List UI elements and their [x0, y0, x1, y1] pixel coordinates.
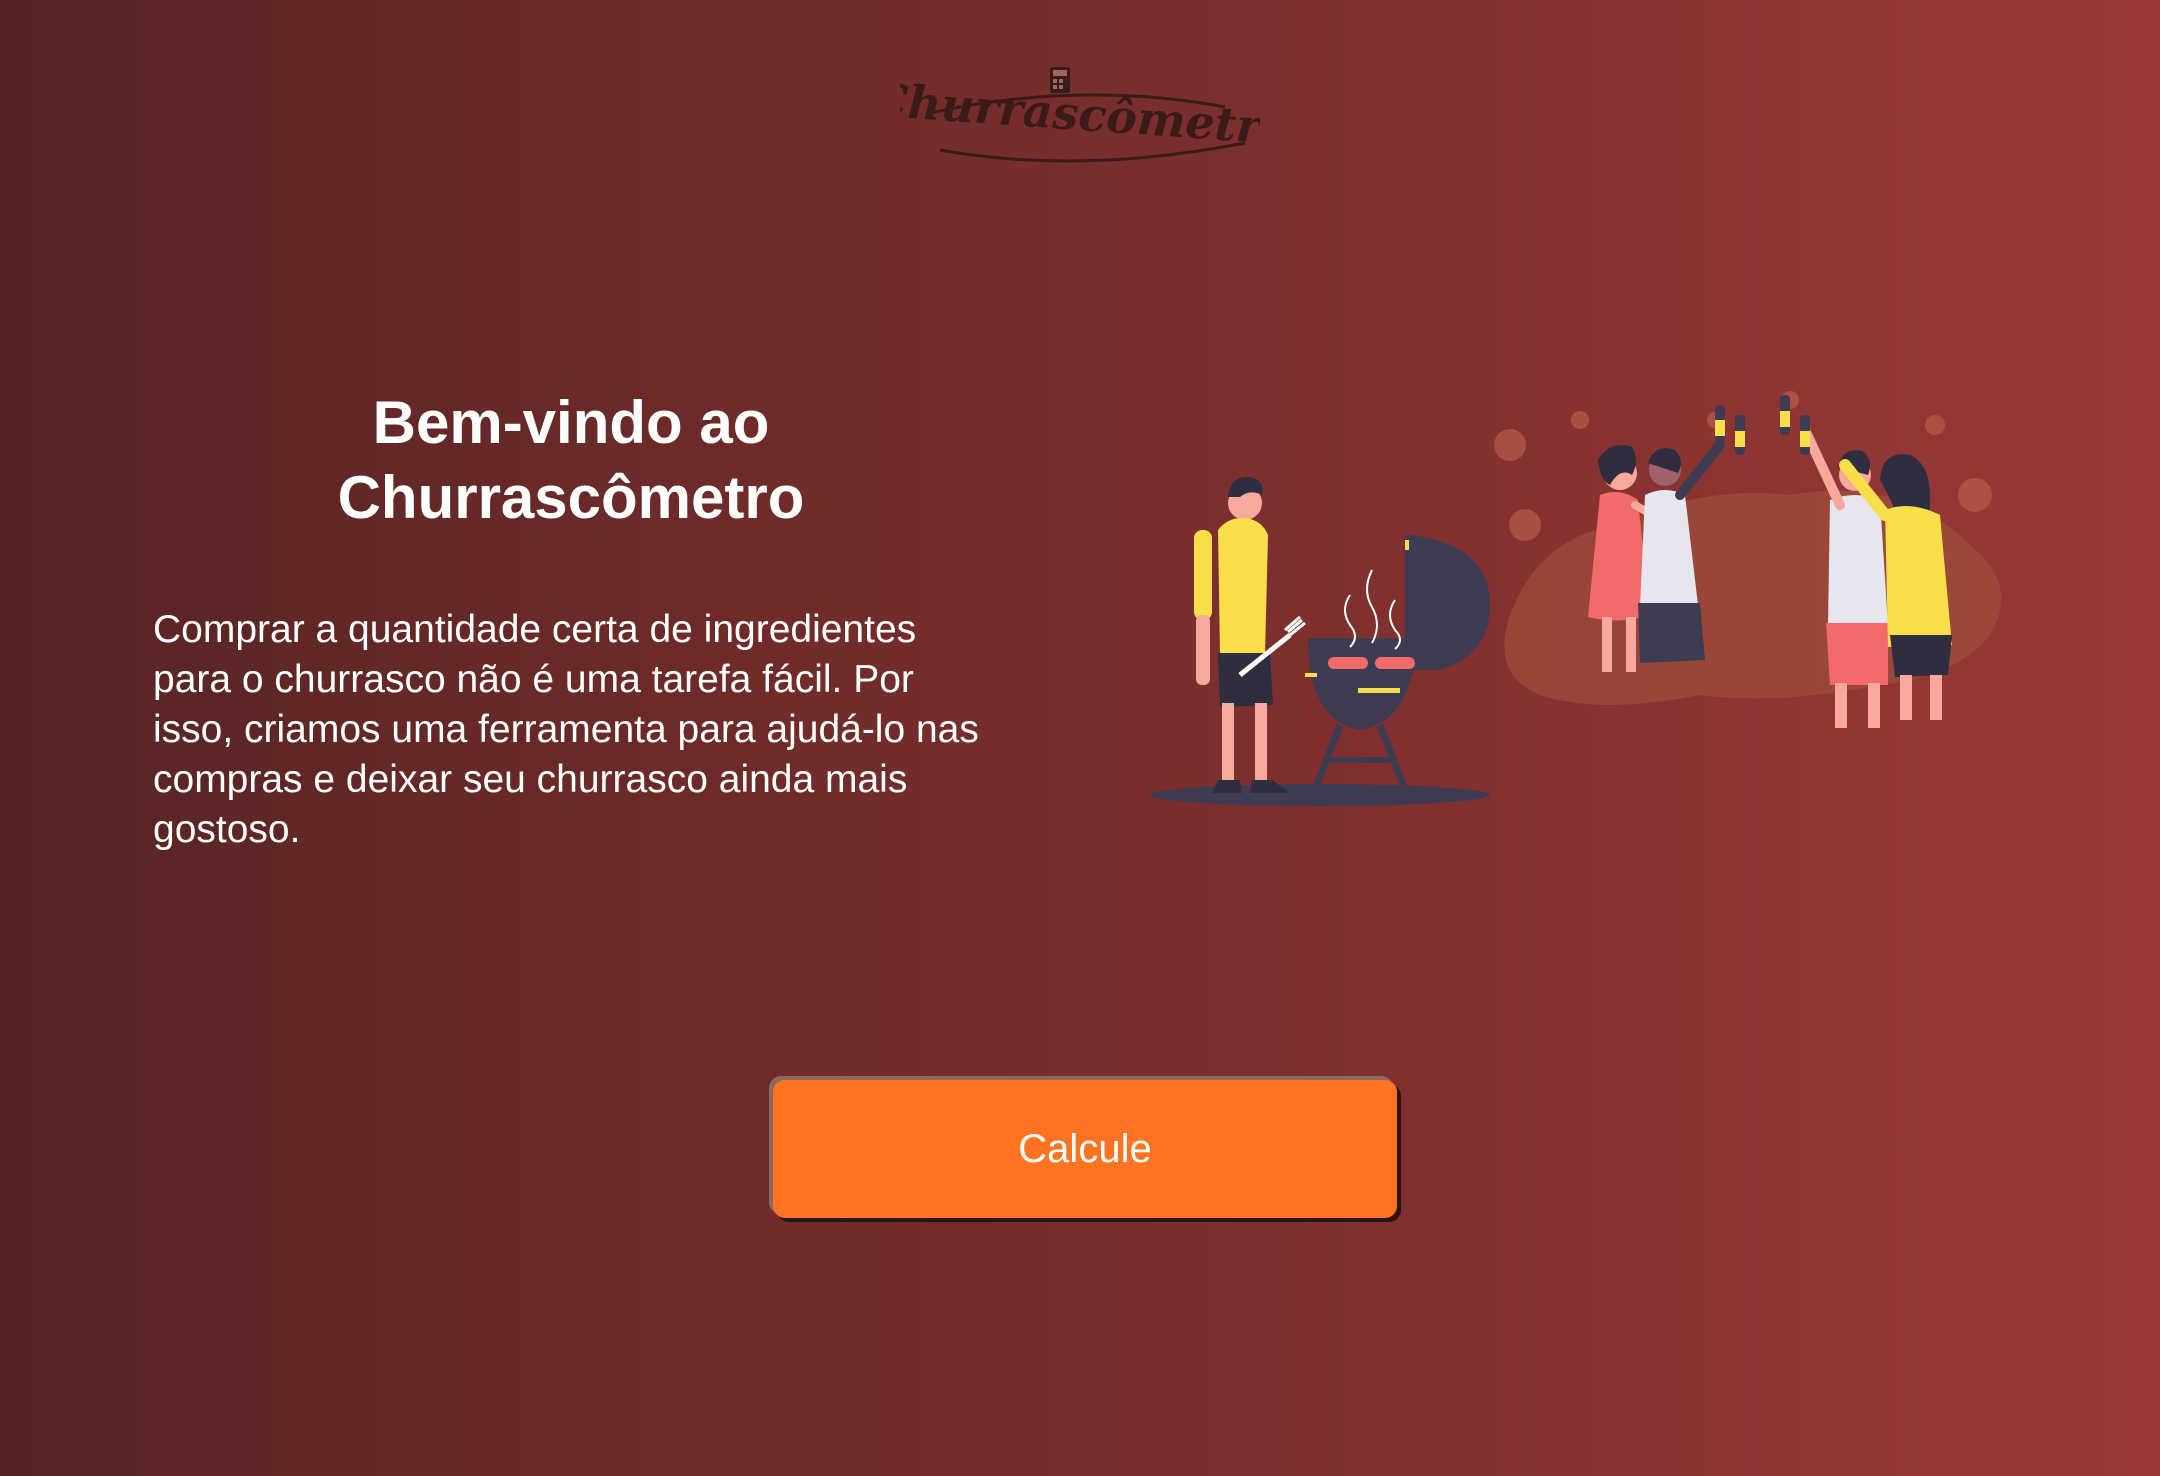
welcome-title: Bem-vindo ao Churrascômetro [337, 389, 805, 531]
logo: Churrascômetro [900, 55, 1260, 175]
ground-shadow [1150, 784, 1490, 806]
grill [1305, 535, 1490, 792]
churrascometro-logo: Churrascômetro [900, 67, 1260, 163]
bbq-party-illustration [1140, 385, 2020, 815]
welcome-text: Comprar a quantidade certa de ingredient… [153, 608, 979, 851]
logo-text: Churrascômetro [900, 72, 1260, 155]
griller-person [1194, 476, 1306, 793]
intro-section: Bem-vindo ao Churrascômetro Comprar a qu… [153, 385, 1003, 855]
calcule-button[interactable]: Calcule [773, 1080, 1397, 1218]
